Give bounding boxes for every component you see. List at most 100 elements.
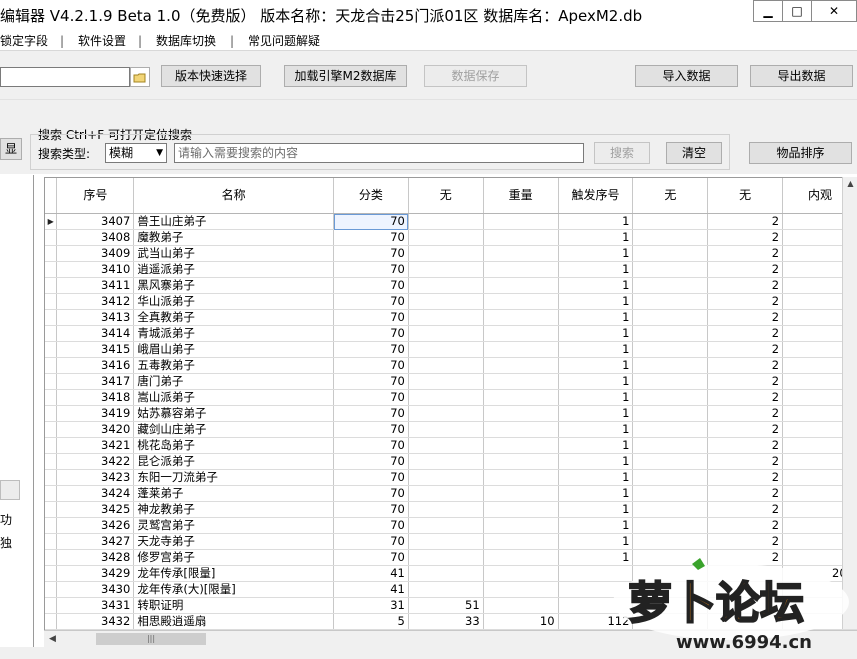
table-cell[interactable] [483, 229, 559, 246]
table-cell[interactable]: 70 [333, 373, 409, 390]
table-cell[interactable]: 2 [707, 293, 784, 310]
table-cell[interactable] [483, 309, 559, 326]
table-cell[interactable]: 2 [707, 453, 784, 470]
table-cell[interactable]: 1 [558, 389, 634, 406]
table-cell[interactable]: 2 [707, 373, 784, 390]
table-cell[interactable]: 桃花岛弟子 [133, 437, 335, 454]
table-cell[interactable]: 2 [707, 549, 784, 566]
table-cell[interactable]: 2 [707, 485, 784, 502]
table-cell[interactable]: 2 [707, 325, 784, 342]
table-cell[interactable]: 2 [707, 277, 784, 294]
table-cell[interactable] [632, 389, 709, 406]
table-cell[interactable]: 全真教弟子 [133, 309, 335, 326]
table-cell[interactable]: 峨眉山弟子 [133, 341, 335, 358]
table-cell[interactable] [408, 501, 484, 518]
table-cell[interactable]: 70 [333, 325, 409, 342]
table-cell[interactable] [408, 437, 484, 454]
table-cell[interactable]: 3426 [56, 517, 135, 534]
db-path-input[interactable] [0, 67, 130, 87]
table-cell[interactable]: 3408 [56, 229, 135, 246]
table-cell[interactable] [408, 389, 484, 406]
row-indicator[interactable] [45, 277, 58, 294]
table-cell[interactable]: 3432 [56, 613, 135, 630]
table-cell[interactable]: 2 [707, 421, 784, 438]
row-indicator[interactable] [45, 485, 58, 502]
menu-item-settings[interactable]: 软件设置 [78, 32, 126, 50]
table-cell[interactable] [632, 213, 709, 230]
browse-folder-button[interactable] [130, 67, 150, 87]
table-cell[interactable]: 青城派弟子 [133, 325, 335, 342]
table-cell[interactable]: 1 [558, 293, 634, 310]
table-row[interactable]: 3419 姑苏慕容弟子 70 1 2 [45, 405, 857, 422]
table-cell[interactable]: 3418 [56, 389, 135, 406]
table-cell[interactable]: 3427 [56, 533, 135, 550]
table-cell[interactable]: 1 [558, 549, 634, 566]
table-cell[interactable]: 3428 [56, 549, 135, 566]
table-cell[interactable] [632, 357, 709, 374]
table-cell[interactable]: 41 [333, 565, 409, 582]
table-cell[interactable]: 1 [558, 309, 634, 326]
table-cell[interactable]: 70 [333, 453, 409, 470]
table-cell[interactable] [632, 549, 709, 566]
table-row[interactable]: 3429龙年传承[限量]41203 [45, 565, 857, 582]
table-cell[interactable] [483, 437, 559, 454]
table-cell[interactable]: 70 [333, 261, 409, 278]
table-cell[interactable]: 2 [707, 245, 784, 262]
table-cell[interactable] [558, 597, 634, 614]
table-cell[interactable]: 70 [333, 213, 409, 230]
table-cell[interactable] [707, 597, 784, 614]
horizontal-scrollbar[interactable]: ◀ ||| [44, 630, 857, 648]
table-cell[interactable]: 1 [558, 469, 634, 486]
table-cell[interactable]: 5 [333, 613, 409, 630]
table-cell[interactable] [632, 293, 709, 310]
table-cell[interactable]: 70 [333, 309, 409, 326]
table-cell[interactable]: 藏剑山庄弟子 [133, 421, 335, 438]
table-cell[interactable] [483, 357, 559, 374]
table-cell[interactable] [483, 373, 559, 390]
table-cell[interactable] [408, 213, 484, 230]
row-indicator[interactable] [45, 245, 58, 262]
table-cell[interactable]: 华山派弟子 [133, 293, 335, 310]
table-cell[interactable]: 武当山弟子 [133, 245, 335, 262]
table-row[interactable]: ▶ 3407 兽王山庄弟子 70 1 2 [45, 213, 857, 230]
sort-items-button[interactable]: 物品排序 [749, 142, 852, 164]
table-cell[interactable] [632, 469, 709, 486]
table-cell[interactable]: 2 [707, 517, 784, 534]
table-cell[interactable]: 3424 [56, 485, 135, 502]
menu-item-faq[interactable]: 常见问题解疑 [248, 32, 320, 50]
table-cell[interactable]: 3431 [56, 597, 135, 614]
table-cell[interactable] [483, 549, 559, 566]
table-cell[interactable] [408, 549, 484, 566]
table-cell[interactable] [632, 309, 709, 326]
table-row[interactable]: 3412 华山派弟子 70 1 2 [45, 293, 857, 310]
row-indicator[interactable] [45, 533, 58, 550]
vertical-scrollbar[interactable]: ▲ [842, 177, 857, 629]
table-cell[interactable] [632, 581, 709, 598]
table-cell[interactable]: 黑风寨弟子 [133, 277, 335, 294]
table-cell[interactable] [632, 517, 709, 534]
table-cell[interactable]: 2 [707, 309, 784, 326]
table-cell[interactable]: 70 [333, 437, 409, 454]
table-cell[interactable] [408, 357, 484, 374]
table-cell[interactable] [632, 229, 709, 246]
table-cell[interactable] [483, 485, 559, 502]
table-cell[interactable] [707, 565, 784, 582]
table-cell[interactable] [483, 261, 559, 278]
table-cell[interactable]: 相思殿逍遥扇 [133, 613, 335, 630]
table-cell[interactable]: 70 [333, 485, 409, 502]
table-cell[interactable] [408, 565, 484, 582]
table-cell[interactable]: 70 [333, 341, 409, 358]
row-indicator[interactable] [45, 373, 58, 390]
table-cell[interactable]: 3416 [56, 357, 135, 374]
table-cell[interactable]: 3409 [56, 245, 135, 262]
table-row[interactable]: 3420 藏剑山庄弟子 70 1 2 [45, 421, 857, 438]
menu-item-switch-db[interactable]: 数据库切换 [156, 32, 216, 50]
table-cell[interactable] [632, 421, 709, 438]
table-cell[interactable]: 70 [333, 517, 409, 534]
table-row[interactable]: 3427 天龙寺弟子 70 1 2 [45, 533, 857, 550]
table-cell[interactable]: 3430 [56, 581, 135, 598]
table-cell[interactable] [483, 517, 559, 534]
table-cell[interactable] [408, 261, 484, 278]
table-cell[interactable] [483, 501, 559, 518]
row-indicator[interactable] [45, 565, 58, 582]
